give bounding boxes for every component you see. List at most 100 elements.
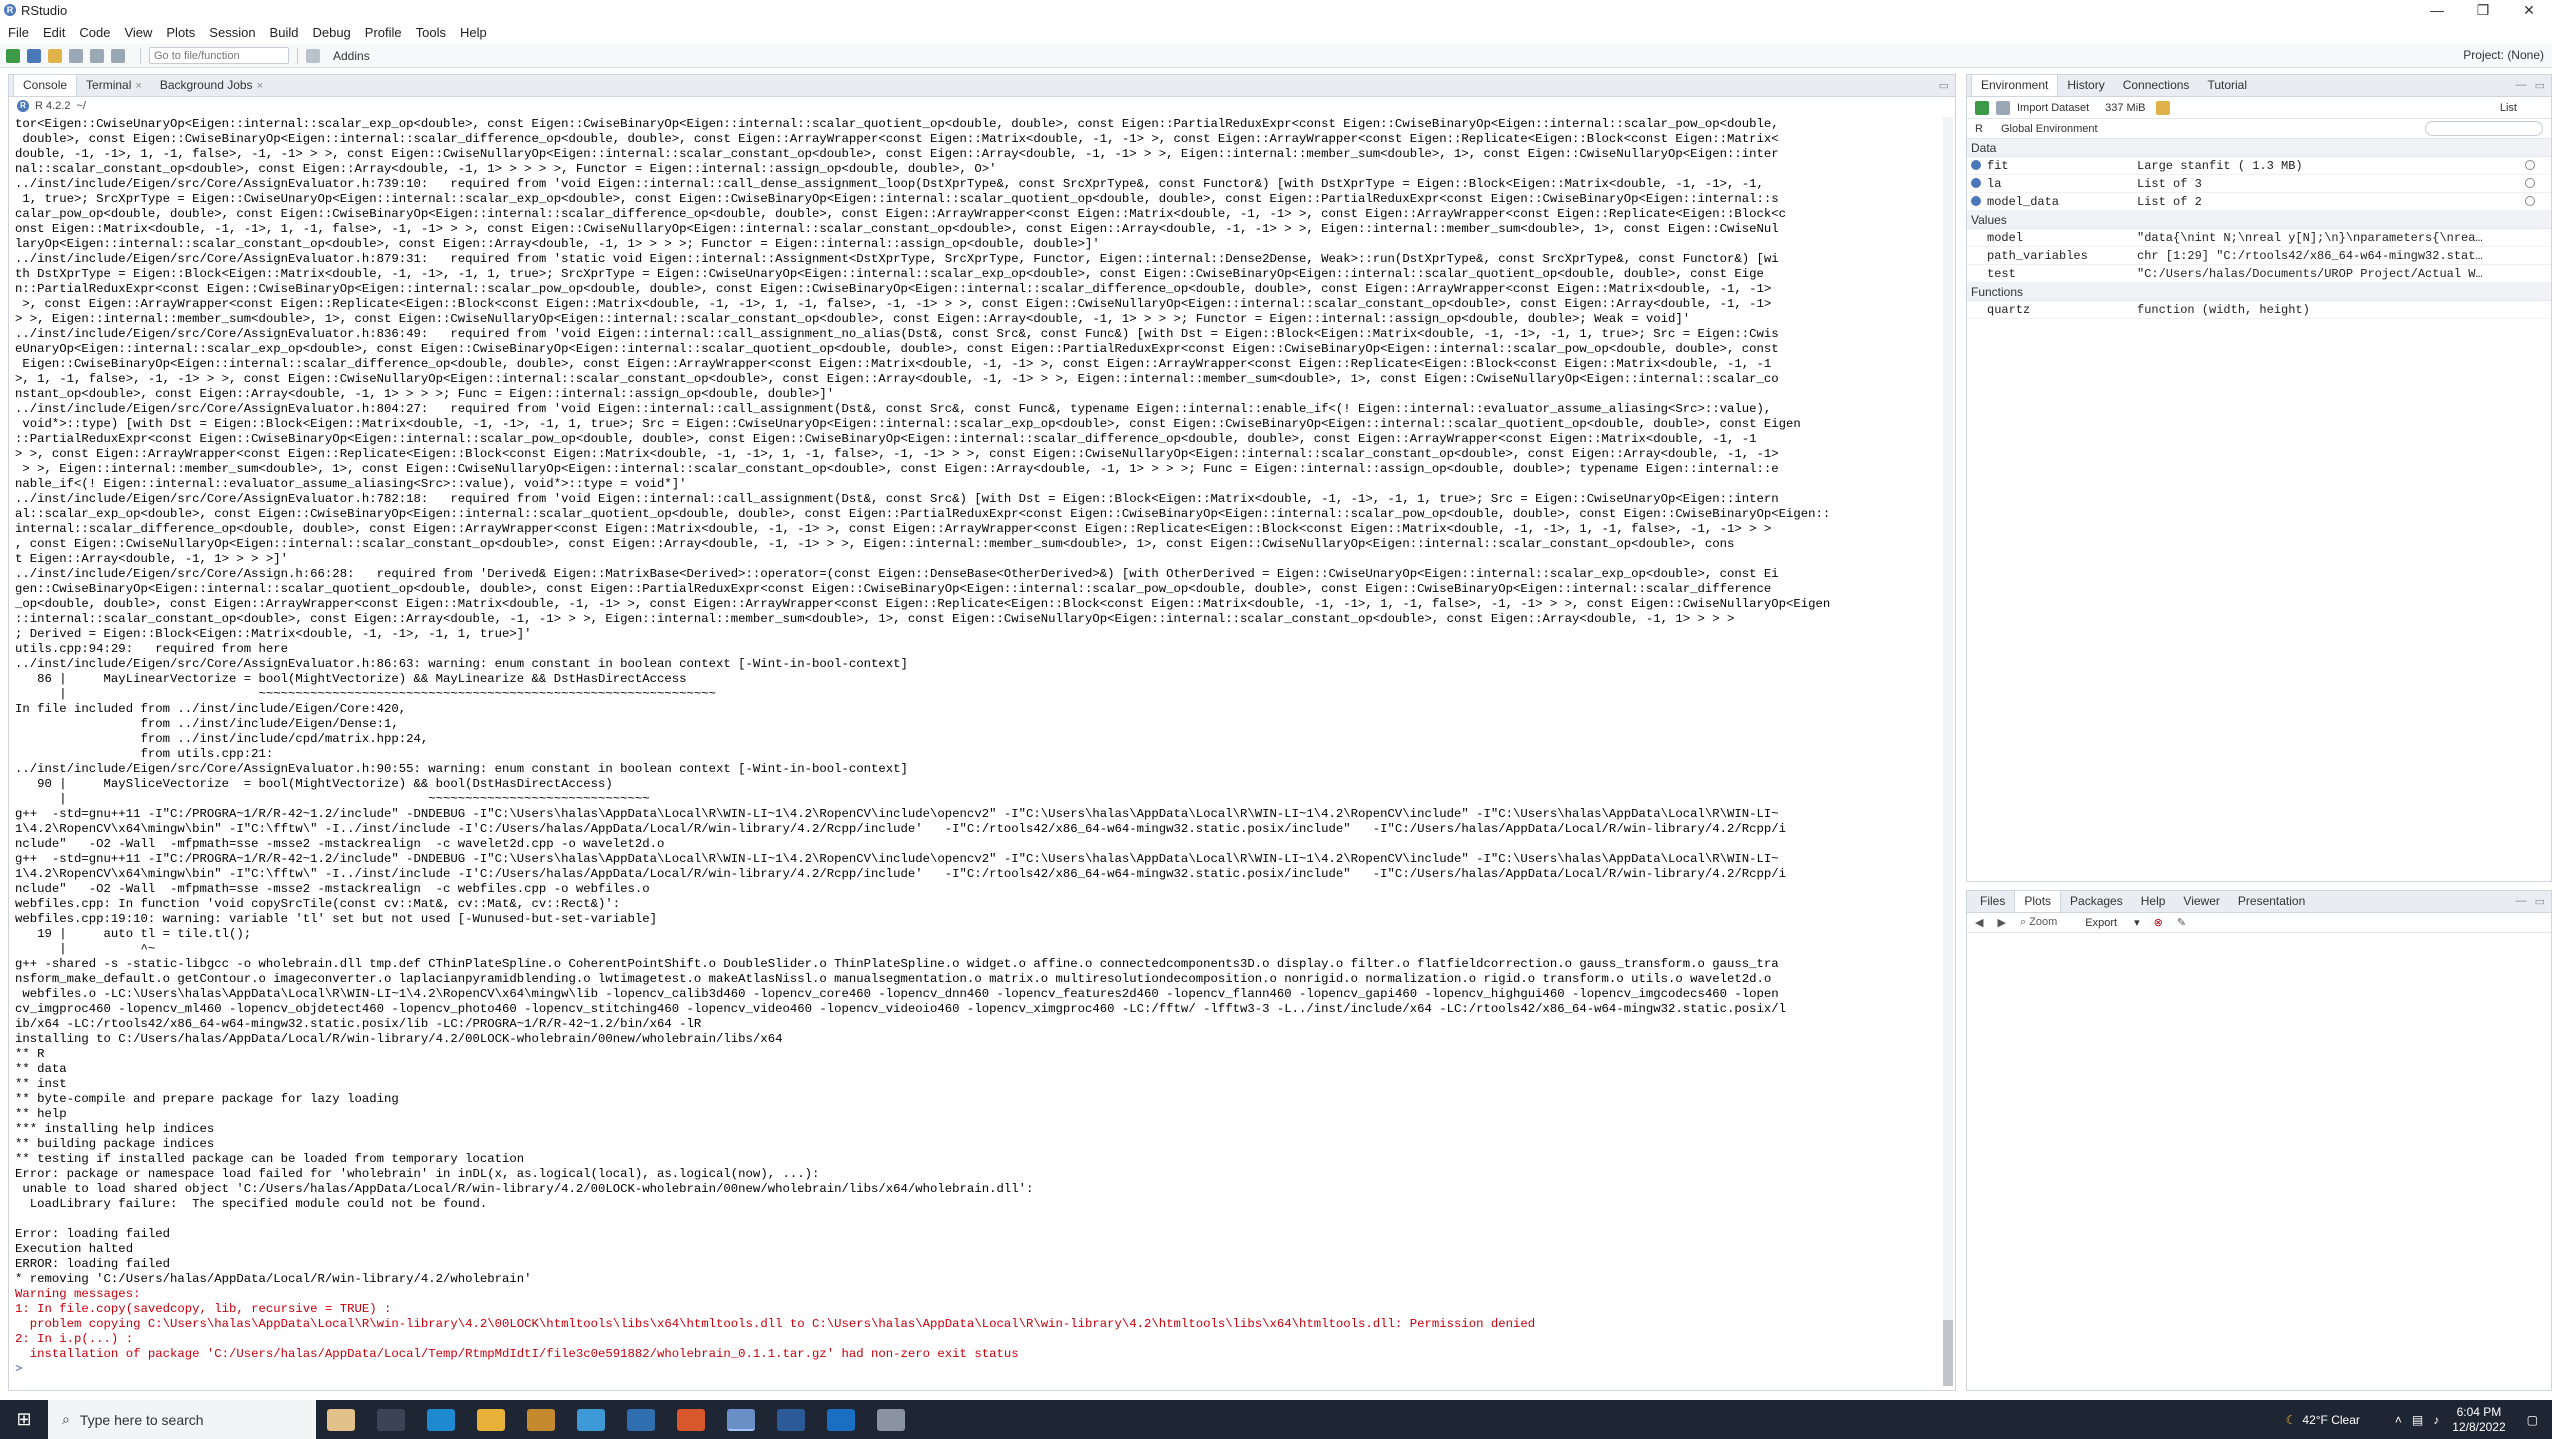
- console-prompt[interactable]: >: [15, 1362, 1939, 1377]
- save-workspace-icon[interactable]: [1996, 100, 2010, 115]
- console-output[interactable]: tor<Eigen::CwiseUnaryOp<Eigen::internal:…: [15, 117, 1939, 1386]
- environment-search-input[interactable]: [2425, 121, 2543, 136]
- import-dataset-button[interactable]: Import Dataset: [2017, 102, 2089, 114]
- load-workspace-icon[interactable]: [1975, 100, 1989, 115]
- close-button[interactable]: ✕: [2506, 0, 2552, 20]
- tab-plots[interactable]: Plots: [2014, 890, 2062, 912]
- rstudio-logo-icon: R: [4, 4, 16, 16]
- photos-icon[interactable]: [627, 1408, 655, 1431]
- ie-icon[interactable]: [827, 1408, 855, 1431]
- view-data-icon[interactable]: [2525, 160, 2535, 170]
- remove-plot-icon[interactable]: ⊗: [2154, 916, 2163, 929]
- tab-presentation[interactable]: Presentation: [2229, 891, 2314, 912]
- maximize-pane-icon[interactable]: ▭: [1939, 79, 1949, 92]
- zoom-button[interactable]: ⌕ Zoom: [2020, 916, 2071, 929]
- scrollbar-thumb[interactable]: [1943, 1320, 1953, 1386]
- menu-plots[interactable]: Plots: [166, 25, 195, 40]
- tab-files[interactable]: Files: [1971, 891, 2014, 912]
- chevron-up-icon[interactable]: ˄: [2395, 1413, 2402, 1427]
- clear-plots-icon[interactable]: ✎: [2177, 916, 2186, 929]
- menu-session[interactable]: Session: [209, 25, 255, 40]
- env-row-model-data[interactable]: model_data List of 2: [1967, 193, 2551, 211]
- tab-terminal[interactable]: Terminal ×: [77, 75, 151, 96]
- menu-code[interactable]: Code: [79, 25, 110, 40]
- project-menu[interactable]: Project: (None): [2463, 48, 2544, 62]
- edge-icon[interactable]: [427, 1408, 455, 1431]
- addins-menu[interactable]: Addins: [333, 49, 370, 63]
- store-icon[interactable]: [527, 1408, 555, 1431]
- env-row-la[interactable]: la List of 3: [1967, 175, 2551, 193]
- broom-icon[interactable]: [2155, 100, 2170, 115]
- save-icon[interactable]: [69, 48, 83, 63]
- menu-edit[interactable]: Edit: [43, 25, 65, 40]
- scope-select[interactable]: Global Environment: [2001, 123, 2098, 135]
- expand-icon[interactable]: [1971, 178, 1981, 189]
- export-button[interactable]: Export ▾: [2085, 916, 2139, 929]
- weather-widget[interactable]: ☾ 42°F Clear: [2286, 1413, 2360, 1427]
- taskbar-search-input[interactable]: ⌕ Type here to search: [48, 1400, 316, 1439]
- new-project-icon[interactable]: [27, 48, 41, 63]
- console-line: nable_if<(! Eigen::internal::evaluator_a…: [15, 477, 687, 491]
- cortana-icon[interactable]: [327, 1408, 355, 1431]
- maximize-button[interactable]: ❐: [2460, 0, 2506, 20]
- console-line: from utils.cpp:21:: [15, 747, 274, 761]
- minimize-pane-icon[interactable]: —: [2516, 895, 2527, 908]
- rstudio-task-icon[interactable]: [727, 1408, 755, 1431]
- menu-debug[interactable]: Debug: [312, 25, 350, 40]
- minimize-pane-icon[interactable]: —: [2516, 79, 2527, 92]
- expand-icon[interactable]: [1971, 160, 1981, 171]
- tab-viewer[interactable]: Viewer: [2174, 891, 2228, 912]
- env-row-fit[interactable]: fit Large stanfit ( 1.3 MB): [1967, 157, 2551, 175]
- memory-usage[interactable]: 337 MiB: [2105, 102, 2145, 114]
- console-scrollbar[interactable]: [1943, 117, 1953, 1386]
- tab-background-jobs[interactable]: Background Jobs ×: [151, 75, 272, 96]
- forward-arrow-icon[interactable]: ▶: [1997, 916, 2005, 929]
- goto-file-input[interactable]: Go to file/function: [149, 47, 289, 64]
- view-data-icon[interactable]: [2525, 178, 2535, 188]
- close-icon[interactable]: ×: [135, 80, 141, 92]
- close-icon[interactable]: ×: [257, 80, 263, 92]
- save-all-icon[interactable]: [90, 48, 104, 63]
- menu-help[interactable]: Help: [460, 25, 487, 40]
- open-file-icon[interactable]: [48, 48, 62, 63]
- view-data-icon[interactable]: [2525, 196, 2535, 206]
- env-row-path-variables[interactable]: path_variables chr [1:29] "C:/rtools42/x…: [1967, 247, 2551, 265]
- matlab-icon[interactable]: [677, 1408, 705, 1431]
- task-view-icon[interactable]: [377, 1408, 405, 1431]
- new-file-icon[interactable]: [6, 48, 20, 63]
- tab-packages[interactable]: Packages: [2061, 891, 2132, 912]
- settings-icon[interactable]: [877, 1408, 905, 1431]
- menu-tools[interactable]: Tools: [416, 25, 446, 40]
- tab-history[interactable]: History: [2058, 75, 2113, 96]
- chrome-icon[interactable]: [577, 1408, 605, 1431]
- menu-profile[interactable]: Profile: [365, 25, 402, 40]
- menu-file[interactable]: File: [8, 25, 29, 40]
- back-arrow-icon[interactable]: ◀: [1975, 916, 1983, 929]
- explorer-window-icon[interactable]: [777, 1408, 805, 1431]
- expand-icon[interactable]: [1971, 196, 1981, 207]
- print-icon[interactable]: [111, 48, 125, 63]
- tab-environment[interactable]: Environment: [1971, 74, 2059, 96]
- network-icon[interactable]: ▤: [2412, 1413, 2423, 1427]
- tab-tutorial[interactable]: Tutorial: [2198, 75, 2256, 96]
- notification-icon[interactable]: ▢: [2527, 1413, 2538, 1427]
- grid-layout-icon[interactable]: [306, 48, 320, 63]
- maximize-pane-icon[interactable]: ▭: [2535, 79, 2545, 92]
- working-directory[interactable]: ~/: [76, 100, 85, 112]
- env-row-test[interactable]: test "C:/Users/halas/Documents/UROP Proj…: [1967, 265, 2551, 283]
- windows-start-icon[interactable]: ⊞: [0, 1400, 48, 1439]
- list-view-toggle[interactable]: List: [2500, 102, 2517, 114]
- env-row-model[interactable]: model "data{\nint N;\nreal y[N];\n}\npar…: [1967, 229, 2551, 247]
- menu-build[interactable]: Build: [270, 25, 299, 40]
- maximize-pane-icon[interactable]: ▭: [2535, 895, 2545, 908]
- volume-icon[interactable]: ♪: [2433, 1413, 2439, 1427]
- file-explorer-icon[interactable]: [477, 1408, 505, 1431]
- minimize-button[interactable]: —: [2414, 0, 2460, 20]
- tab-help[interactable]: Help: [2132, 891, 2175, 912]
- menu-view[interactable]: View: [124, 25, 152, 40]
- clock[interactable]: 6:04 PM 12/8/2022: [2452, 1405, 2505, 1435]
- tab-connections[interactable]: Connections: [2114, 75, 2199, 96]
- env-row-quartz[interactable]: quartz function (width, height): [1967, 301, 2551, 319]
- tab-console[interactable]: Console: [13, 74, 78, 96]
- language-select[interactable]: R: [1975, 123, 1983, 135]
